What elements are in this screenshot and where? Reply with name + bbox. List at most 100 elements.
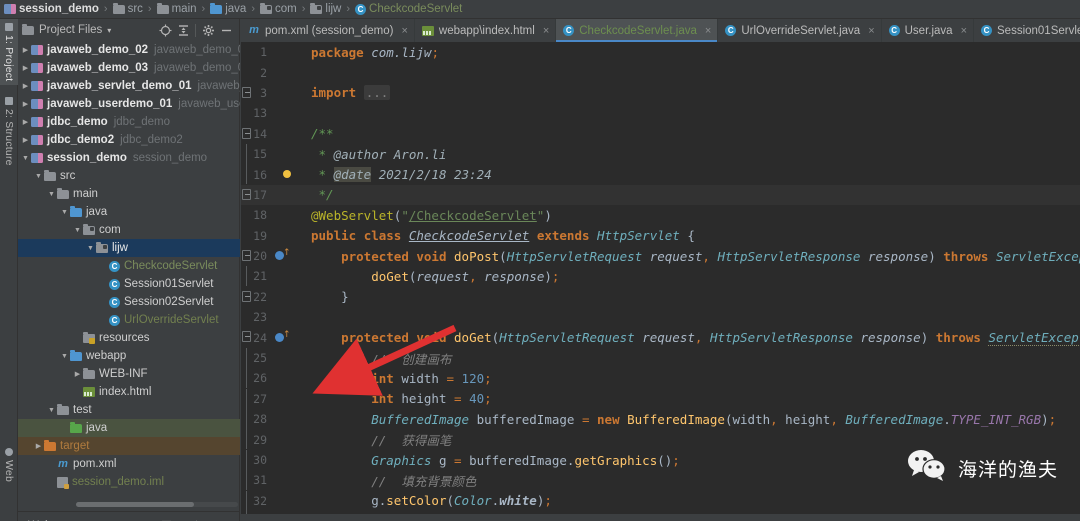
code-text[interactable]: // 获得画笔	[311, 430, 1080, 449]
gutter-marker-area[interactable]	[273, 246, 297, 266]
override-method-icon[interactable]	[275, 330, 291, 342]
close-icon[interactable]: ×	[705, 25, 711, 37]
code-text[interactable]: */	[311, 187, 1080, 202]
tree-row[interactable]: ▼ test	[18, 401, 240, 419]
gutter-marker-area[interactable]	[273, 287, 297, 307]
code-text[interactable]: package com.lijw;	[311, 45, 1080, 60]
breadcrumb-item-main[interactable]: main	[156, 0, 197, 19]
gutter-marker-area[interactable]	[273, 389, 297, 409]
collapse-icon[interactable]	[175, 517, 193, 521]
tree-row[interactable]: ▼ main	[18, 185, 240, 203]
gutter-marker-area[interactable]	[273, 63, 297, 83]
chevron-down-icon[interactable]: ▼	[46, 191, 57, 198]
editor-tab[interactable]: C Session01Servlet.java	[974, 19, 1080, 42]
editor-tab[interactable]: C User.java ×	[882, 19, 974, 42]
chevron-right-icon[interactable]: ▶	[20, 136, 31, 144]
close-icon[interactable]: ×	[868, 25, 874, 37]
gutter-marker-area[interactable]	[273, 368, 297, 388]
gutter-marker-area[interactable]	[273, 42, 297, 62]
code-text[interactable]: * @date 2021/2/18 23:24	[311, 167, 1080, 183]
sidebar-tab-structure[interactable]: 2: Structure	[0, 93, 18, 171]
chevron-down-icon[interactable]: ▼	[46, 407, 57, 414]
gutter-marker-area[interactable]	[273, 348, 297, 368]
tree-row[interactable]: ▶ WEB-INF	[18, 365, 240, 383]
editor-tab[interactable]: webapp\index.html ×	[415, 19, 557, 42]
tree-row[interactable]: resources	[18, 329, 240, 347]
chevron-down-icon[interactable]: ▼	[33, 173, 44, 180]
gutter-marker-area[interactable]	[273, 491, 297, 511]
tree-row[interactable]: ▶ javaweb_servlet_demo_01 javaweb_se	[18, 77, 240, 95]
tree-row[interactable]: m pom.xml	[18, 455, 240, 473]
tree-row[interactable]: ▶ javaweb_demo_03 javaweb_demo_03	[18, 59, 240, 77]
chevron-down-icon[interactable]: ▼	[72, 227, 83, 234]
minimize-icon[interactable]	[217, 21, 235, 39]
code-text[interactable]: BufferedImage bufferedImage = new Buffer…	[311, 412, 1080, 427]
gutter-marker-area[interactable]	[273, 205, 297, 225]
tree-row[interactable]: java	[18, 419, 240, 437]
gutter-marker-area[interactable]	[273, 185, 297, 205]
editor-tab[interactable]: C CheckcodeServlet.java ×	[556, 19, 719, 42]
tree-row[interactable]: index.html	[18, 383, 240, 401]
chevron-down-icon[interactable]: ▼	[59, 209, 70, 216]
code-text[interactable]: int width = 120;	[311, 371, 1080, 386]
chevron-down-icon[interactable]: ▼	[59, 353, 70, 360]
tree-row[interactable]: C UrlOverrideServlet	[18, 311, 240, 329]
code-text[interactable]: public class CheckcodeServlet extends Ht…	[311, 228, 1080, 243]
editor-tab[interactable]: m pom.xml (session_demo) ×	[241, 19, 415, 42]
sidebar-tab-web[interactable]: Web	[0, 444, 18, 502]
close-icon[interactable]: ×	[961, 25, 967, 37]
tree-row[interactable]: ▶ jdbc_demo jdbc_demo	[18, 113, 240, 131]
tree-row[interactable]: ▼ session_demo session_demo	[18, 149, 240, 167]
gutter-marker-area[interactable]	[273, 430, 297, 450]
code-text[interactable]: @WebServlet("/CheckcodeServlet")	[311, 208, 1080, 223]
project-tree-hscrollbar[interactable]	[76, 501, 238, 508]
editor-tab[interactable]: C UrlOverrideServlet.java ×	[718, 19, 882, 42]
chevron-right-icon[interactable]: ▶	[20, 64, 31, 72]
gear-icon[interactable]	[199, 21, 217, 39]
chevron-down-icon[interactable]: ▼	[20, 155, 31, 162]
breadcrumb-item-java[interactable]: java	[210, 0, 246, 19]
close-icon[interactable]: ×	[543, 25, 549, 37]
gutter-marker-area[interactable]	[273, 124, 297, 144]
scroll-thumb[interactable]	[76, 502, 194, 507]
tree-row[interactable]: ▼ java	[18, 203, 240, 221]
breadcrumb-item-session-demo[interactable]: session_demo	[4, 0, 99, 19]
chevron-down-icon[interactable]: ▾	[107, 26, 111, 35]
breadcrumb-item-src[interactable]: src	[112, 0, 143, 19]
override-method-icon[interactable]	[275, 248, 291, 261]
tree-row[interactable]: ▼ webapp	[18, 347, 240, 365]
tree-row[interactable]: C Session02Servlet	[18, 293, 240, 311]
tree-row[interactable]: ▼ src	[18, 167, 240, 185]
code-text[interactable]: protected void doPost(HttpServletRequest…	[311, 249, 1080, 264]
chevron-right-icon[interactable]: ▶	[33, 442, 44, 450]
gutter-marker-area[interactable]	[273, 470, 297, 490]
gutter-marker-area[interactable]	[273, 307, 297, 327]
breadcrumb-item-com[interactable]: com	[259, 0, 297, 19]
gear-icon[interactable]	[200, 517, 218, 521]
code-text[interactable]: doGet(request, response);	[311, 269, 1080, 284]
breadcrumb-item-checkcodeservlet[interactable]: C CheckcodeServlet	[355, 0, 462, 19]
lightbulb-icon[interactable]	[283, 169, 291, 178]
gutter-marker-area[interactable]	[273, 266, 297, 286]
code-text[interactable]: int height = 40;	[311, 391, 1080, 406]
gutter-marker-area[interactable]	[273, 83, 297, 103]
chevron-right-icon[interactable]: ▶	[20, 100, 31, 108]
code-text[interactable]: // 创建画布	[311, 349, 1080, 368]
locate-icon[interactable]	[156, 21, 174, 39]
code-text[interactable]: protected void doGet(HttpServletRequest …	[311, 330, 1080, 347]
tree-row[interactable]: ▶ javaweb_userdemo_01 javaweb_userd	[18, 95, 240, 113]
tree-row[interactable]: ▼ lijw	[18, 239, 240, 257]
gutter-marker-area[interactable]	[273, 226, 297, 246]
minimize-icon[interactable]	[218, 517, 236, 521]
code-text[interactable]: /**	[311, 126, 1080, 141]
code-text[interactable]: * @author Aron.li	[311, 147, 1080, 162]
chevron-right-icon[interactable]: ▶	[20, 46, 31, 54]
close-icon[interactable]: ×	[401, 25, 407, 37]
tree-row[interactable]: ▶ javaweb_demo_02 javaweb_demo_02	[18, 41, 240, 59]
tree-row[interactable]: C Session01Servlet	[18, 275, 240, 293]
chevron-right-icon[interactable]: ▶	[20, 82, 31, 90]
chevron-right-icon[interactable]: ▶	[20, 118, 31, 126]
expand-icon[interactable]	[157, 517, 175, 521]
project-tree[interactable]: ▶ javaweb_demo_02 javaweb_demo_02 ▶ javaweb_…	[18, 41, 240, 496]
gutter-marker-area[interactable]	[273, 409, 297, 429]
